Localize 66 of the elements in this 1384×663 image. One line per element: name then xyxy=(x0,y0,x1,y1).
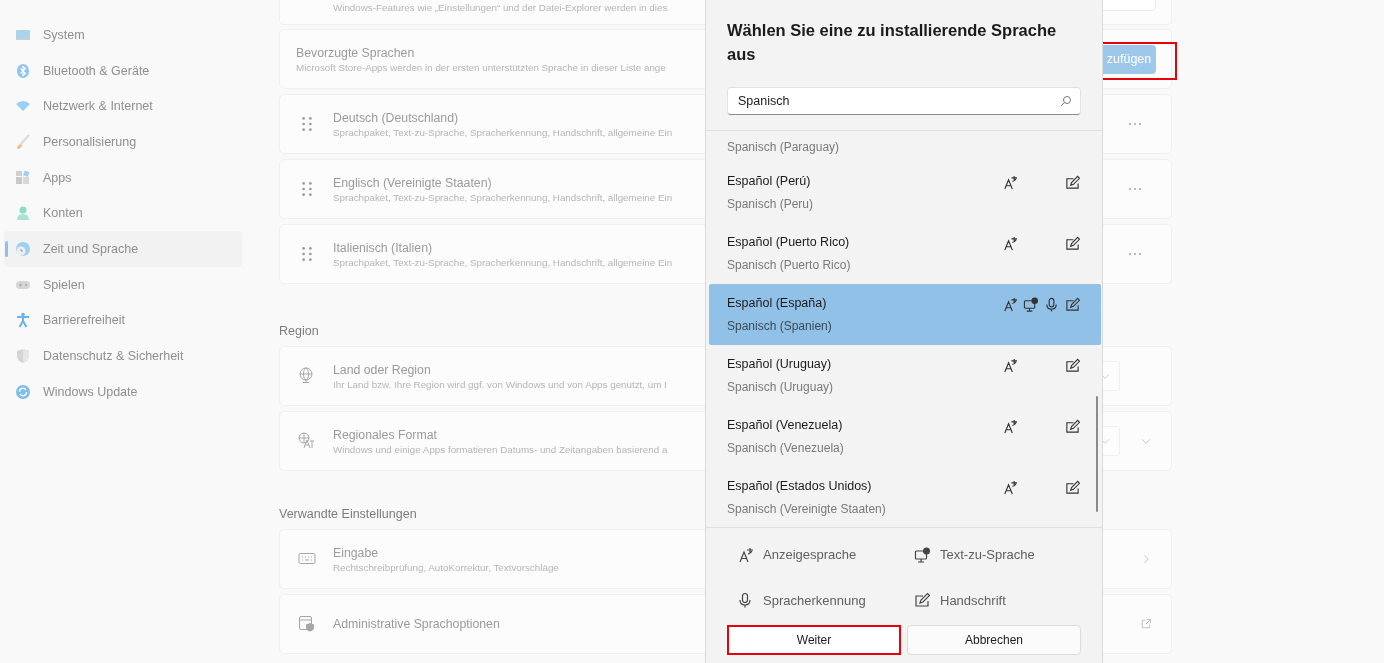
pen-on-pad-icon xyxy=(914,592,930,609)
monitor-speech-icon xyxy=(914,546,930,563)
sidebar-item[interactable]: Netzwerk & Internet xyxy=(4,88,242,125)
bluetooth-icon xyxy=(15,62,31,79)
language-option[interactable]: Español (Perú) Spanisch (Peru) xyxy=(709,162,1101,223)
setting-title: Administrative Sprachoptionen xyxy=(333,617,500,631)
language-name: Englisch (Vereinigte Staaten) xyxy=(333,175,493,190)
setting-description: Ihr Land bzw. Ihre Region wird ggf. von Windows und von Apps genutzt, um I xyxy=(333,378,667,390)
language-name: Deutsch (Deutschland) xyxy=(333,110,460,125)
sidebar-item[interactable]: Zeit und Sprache xyxy=(4,231,242,267)
section-heading: Verwandte Einstellungen xyxy=(279,507,417,521)
legend-label: Handschrift xyxy=(940,592,1006,608)
sidebar-item[interactable]: Barrierefreiheit xyxy=(4,302,242,339)
dialog-button[interactable]: Abbrechen xyxy=(907,625,1081,655)
language-option[interactable]: Español (Venezuela) Spanisch (Venezuela) xyxy=(709,406,1101,467)
setting-title: Eingabe xyxy=(333,545,380,560)
language-features: Sprachpaket, Text-zu-Sprache, Spracherkennung, Handschrift, allgemeine Ein xyxy=(333,191,673,203)
dialog-button[interactable]: Weiter xyxy=(727,625,901,655)
language-option[interactable]: Español (Puerto Rico) Spanisch (Puerto Rico) xyxy=(709,223,1101,284)
language-features: Sprachpaket, Text-zu-Sprache, Spracherkennung, Handschrift, allgemeine Ein xyxy=(333,126,673,138)
language-option[interactable]: Español (España) Spanisch (Spanien) xyxy=(709,284,1101,345)
sidebar-item[interactable]: Spielen xyxy=(4,266,242,303)
sidebar-item[interactable]: Datenschutz & Sicherheit xyxy=(4,338,242,374)
sync-icon xyxy=(15,383,31,400)
setting-description: Windows und einige Apps formatieren Datums- und Zeitangaben basierend a xyxy=(333,443,668,455)
setting-description: Rechtschreibprüfung, AutoKorrektur, Textvorschläge xyxy=(333,561,559,573)
sidebar-item[interactable]: Windows Update xyxy=(4,373,242,410)
more-options-icon[interactable] xyxy=(1128,187,1142,191)
language-translation: Spanisch (Paraguay) xyxy=(727,139,840,154)
legend-label: Text-zu-Sprache xyxy=(940,547,1035,563)
translate-icon xyxy=(297,432,316,450)
dialog-title: Wählen Sie eine zu installierende Sprache aus xyxy=(727,20,1058,65)
sidebar-item[interactable]: Apps xyxy=(4,159,242,196)
language-option[interactable]: Español (Estados Unidos) Spanisch (Vereinigte Staaten) xyxy=(709,467,1101,528)
globe-clock-icon xyxy=(15,240,31,257)
setting-title: Regionales Format xyxy=(333,427,438,442)
setting-description: Windows-Features wie „Einstellungen“ und der Datei-Explorer werden in dies xyxy=(333,2,668,13)
sidebar-item[interactable]: Personalisierung xyxy=(4,124,242,160)
language-features: Sprachpaket, Text-zu-Sprache, Spracherkennung, Handschrift, allgemeine Ein xyxy=(333,256,673,268)
setting-title: Bevorzugte Sprachen xyxy=(296,45,416,60)
sidebar-item[interactable]: Bluetooth & Geräte xyxy=(4,52,242,89)
external-link-icon[interactable] xyxy=(1140,618,1152,630)
legend-label: Spracherkennung xyxy=(763,592,866,608)
sidebar-item[interactable]: Konten xyxy=(4,195,242,232)
setting-description: Microsoft Store-Apps werden in der ersten unterstützten Sprache in dieser Liste ange xyxy=(296,61,666,73)
globe-icon xyxy=(297,367,316,385)
scrollbar[interactable] xyxy=(1096,396,1098,512)
language-icon xyxy=(737,546,753,563)
language-name: Italienisch (Italien) xyxy=(333,240,434,255)
apps-icon xyxy=(15,169,31,186)
section-heading: Region xyxy=(279,324,319,338)
search-field[interactable]: Spanisch xyxy=(727,87,1081,115)
window-shield-icon xyxy=(297,615,316,633)
language-option[interactable]: Español (Uruguay) Spanisch (Uruguay) xyxy=(709,345,1101,406)
add-language-button[interactable]: zufügen xyxy=(1102,44,1156,74)
person-icon xyxy=(15,205,31,222)
microphone-icon xyxy=(737,592,753,609)
more-options-icon[interactable] xyxy=(1128,122,1142,126)
shield-icon xyxy=(15,348,31,365)
search-icon[interactable] xyxy=(1060,95,1072,107)
accessibility-icon xyxy=(15,312,31,329)
brush-icon xyxy=(15,133,31,150)
sidebar-item[interactable]: System xyxy=(4,17,242,53)
setting-title: Land oder Region xyxy=(333,362,432,377)
legend-label: Anzeigesprache xyxy=(763,547,857,563)
more-options-icon[interactable] xyxy=(1128,252,1142,256)
